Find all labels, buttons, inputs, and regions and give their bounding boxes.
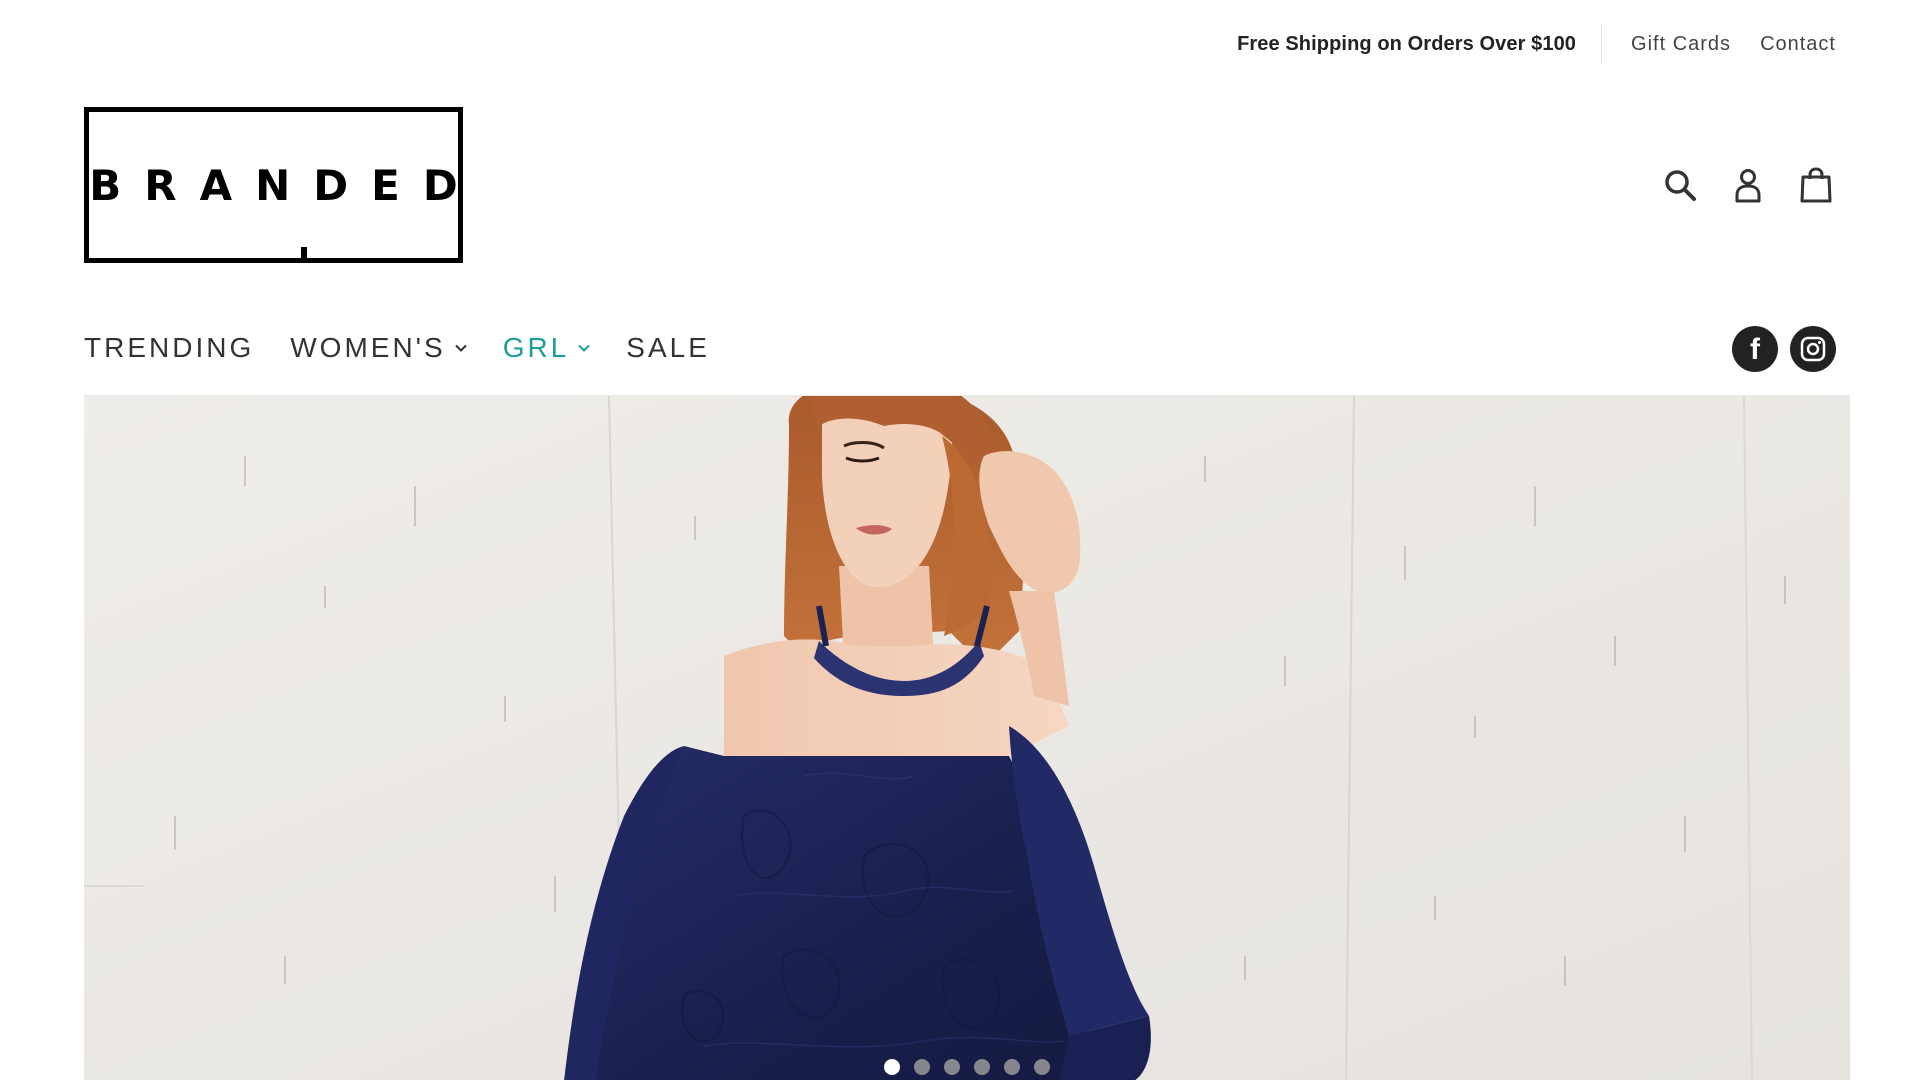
hero-image	[84, 396, 1850, 1080]
slideshow-dots	[84, 1059, 1850, 1075]
nav-item-sale[interactable]: SALE	[626, 332, 710, 364]
gift-cards-link[interactable]: Gift Cards	[1631, 33, 1731, 56]
search-icon[interactable]	[1660, 165, 1700, 205]
nav-item-trending[interactable]: TRENDING	[84, 332, 254, 364]
top-bar-divider	[1601, 26, 1603, 62]
header-icons	[1660, 165, 1836, 205]
slide-dot-1[interactable]	[884, 1059, 900, 1075]
hero-slideshow[interactable]	[84, 395, 1850, 1080]
slide-dot-5[interactable]	[1004, 1059, 1020, 1075]
promo-text: Free Shipping on Orders Over $100	[1237, 32, 1577, 55]
facebook-icon[interactable]: f	[1732, 326, 1778, 372]
instagram-icon[interactable]	[1790, 326, 1836, 372]
nav-item-label: GRL	[502, 332, 570, 363]
contact-link[interactable]: Contact	[1760, 33, 1836, 56]
top-bar: Free Shipping on Orders Over $100 Gift C…	[1237, 26, 1836, 62]
site-logo[interactable]: BRANDED	[84, 107, 463, 263]
nav-item-label: TRENDING	[84, 332, 255, 363]
logo-text: BRANDED	[89, 160, 481, 210]
chevron-down-icon	[578, 344, 590, 352]
logo-tick	[301, 247, 307, 263]
cart-icon[interactable]	[1796, 165, 1836, 205]
slide-dot-3[interactable]	[944, 1059, 960, 1075]
account-icon[interactable]	[1728, 165, 1768, 205]
nav-item-grl[interactable]: GRL	[503, 332, 591, 364]
slide-dot-4[interactable]	[974, 1059, 990, 1075]
social-links: f	[1732, 326, 1836, 372]
nav-item-label: WOMEN'S	[290, 332, 446, 363]
main-nav: TRENDING WOMEN'S GRL SALE	[84, 332, 746, 364]
slide-dot-6[interactable]	[1034, 1059, 1050, 1075]
nav-item-label: SALE	[626, 332, 710, 363]
slide-dot-2[interactable]	[914, 1059, 930, 1075]
page: Free Shipping on Orders Over $100 Gift C…	[0, 0, 1920, 1080]
chevron-down-icon	[454, 344, 467, 352]
nav-item-womens[interactable]: WOMEN'S	[290, 332, 467, 364]
